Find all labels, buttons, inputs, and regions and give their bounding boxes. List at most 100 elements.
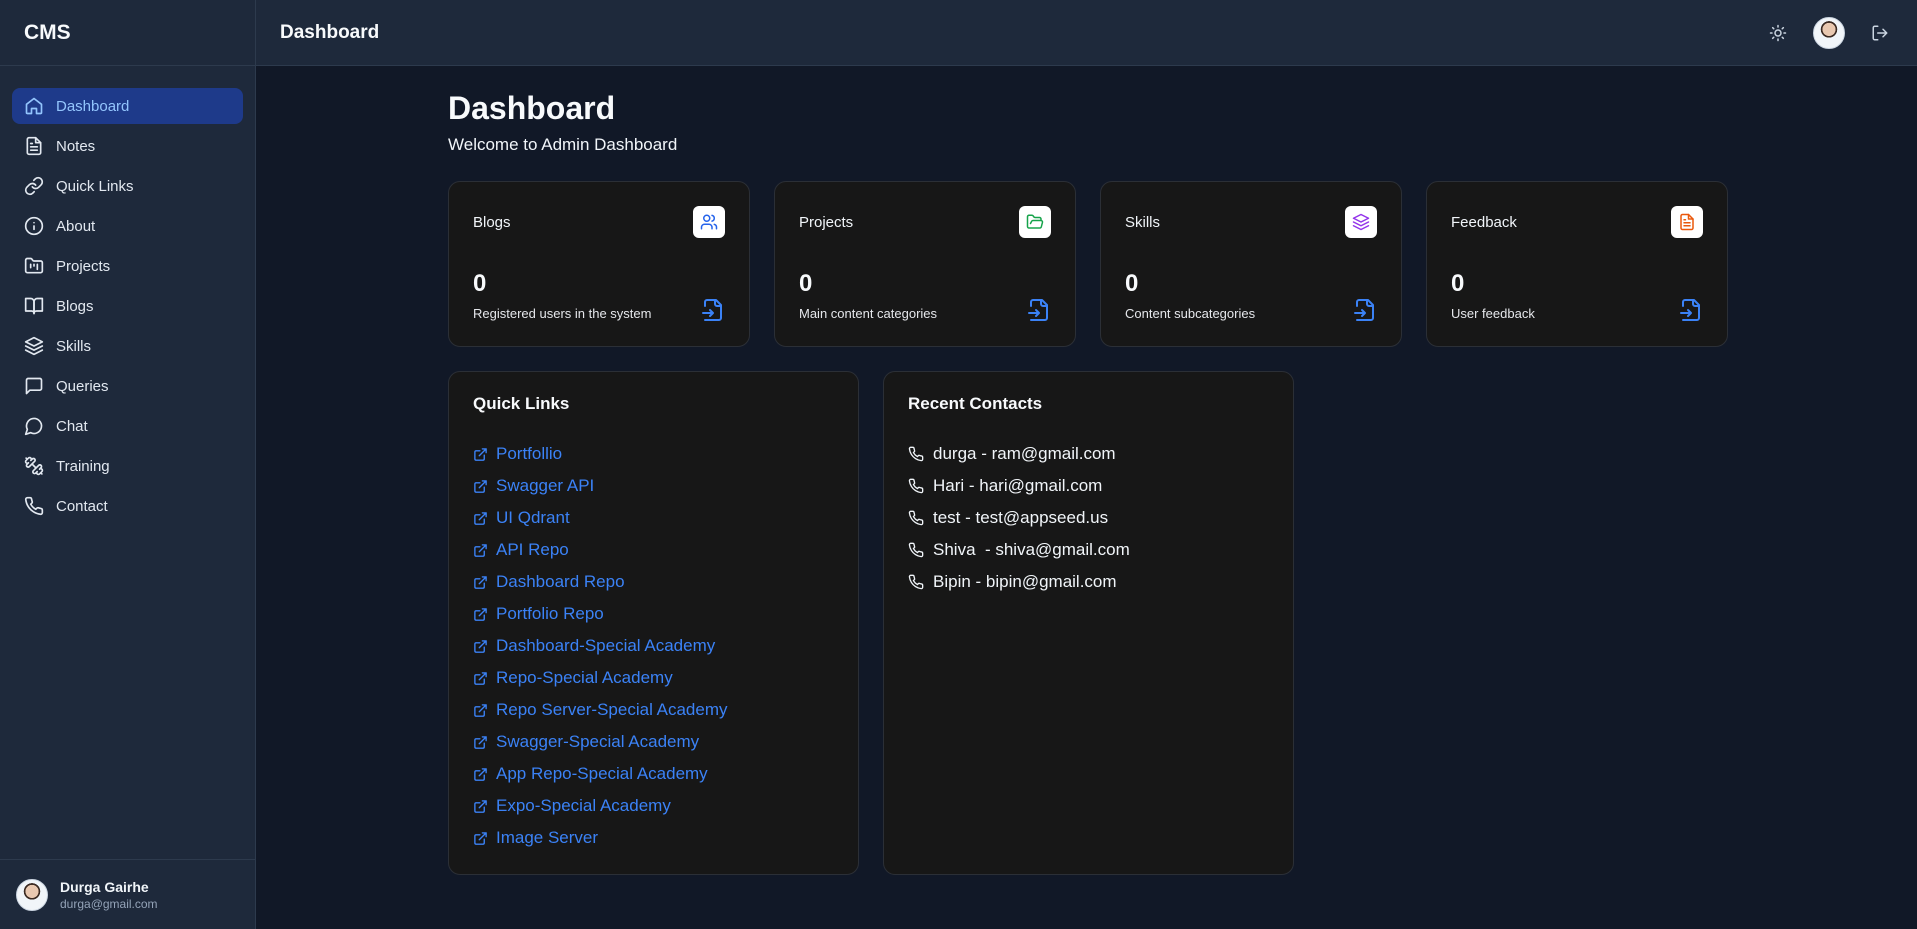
top-header: Dashboard — [256, 0, 1917, 66]
sidebar-item-about[interactable]: About — [12, 208, 243, 244]
recent-contacts-panel: Recent Contacts durga - ram@gmail.com Ha… — [883, 371, 1294, 875]
stat-icon-badge — [1345, 206, 1377, 238]
phone-icon — [908, 542, 924, 558]
quick-link-label: API Repo — [496, 540, 569, 559]
user-info: Durga Gairhe durga@gmail.com — [60, 879, 158, 911]
stat-value: 0 — [1451, 270, 1465, 297]
header-actions — [1769, 0, 1889, 66]
stat-description: User feedback — [1451, 306, 1535, 321]
quick-link-item[interactable]: Repo-Special Academy — [473, 662, 834, 694]
stat-label: Blogs — [473, 214, 511, 231]
quick-link-item[interactable]: Swagger API — [473, 470, 834, 502]
recent-contacts-list: durga - ram@gmail.com Hari - hari@gmail.… — [908, 438, 1269, 598]
sidebar-item-skills[interactable]: Skills — [12, 328, 243, 364]
sidebar-user-profile[interactable]: Durga Gairhe durga@gmail.com — [0, 859, 255, 929]
quick-link-item[interactable]: UI Qdrant — [473, 502, 834, 534]
main-content: Dashboard Welcome to Admin Dashboard Blo… — [448, 66, 1728, 875]
sidebar: CMS Dashboard Notes Quick Links About Pr… — [0, 0, 256, 929]
quick-link-label: Repo Server-Special Academy — [496, 700, 728, 719]
external-link-icon — [474, 799, 487, 813]
stats-row: Blogs 0 Registered users in the system P… — [448, 181, 1728, 347]
users-icon — [700, 214, 718, 230]
external-link-icon — [474, 639, 487, 653]
quick-link-item[interactable]: Repo Server-Special Academy — [473, 694, 834, 726]
stat-label: Skills — [1125, 214, 1161, 231]
info-icon — [24, 216, 44, 236]
contact-item: durga - ram@gmail.com — [908, 438, 1269, 470]
quick-link-item[interactable]: Portfollio — [473, 438, 834, 470]
user-name: Durga Gairhe — [60, 878, 149, 895]
stat-card-feedback: Feedback 0 User feedback — [1426, 181, 1728, 347]
sidebar-item-quick-links[interactable]: Quick Links — [12, 168, 243, 204]
page-subtitle: Welcome to Admin Dashboard — [448, 135, 678, 154]
file-input-icon[interactable] — [701, 298, 725, 322]
file-input-icon[interactable] — [1353, 298, 1377, 322]
file-input-icon[interactable] — [1027, 298, 1051, 322]
sidebar-item-label: Training — [56, 457, 110, 475]
sun-icon[interactable] — [1769, 24, 1787, 42]
sidebar-item-label: Skills — [56, 337, 92, 355]
sidebar-item-label: Quick Links — [56, 177, 134, 195]
layers-icon — [24, 336, 44, 356]
quick-link-item[interactable]: Dashboard Repo — [473, 566, 834, 598]
external-link-icon — [474, 511, 487, 525]
message-circle-icon — [24, 417, 43, 436]
sidebar-item-label: Contact — [56, 497, 108, 515]
stat-label: Feedback — [1451, 214, 1517, 231]
panel-title: Quick Links — [473, 394, 570, 413]
external-link-icon — [474, 767, 487, 781]
external-link-icon — [474, 735, 487, 749]
quick-link-label: Swagger API — [496, 476, 595, 495]
quick-link-item[interactable]: Dashboard-Special Academy — [473, 630, 834, 662]
contact-item: Bipin - bipin@gmail.com — [908, 566, 1269, 598]
stat-value: 0 — [1125, 270, 1139, 297]
quick-link-item[interactable]: Portfolio Repo — [473, 598, 834, 630]
quick-link-label: Dashboard-Special Academy — [496, 636, 716, 655]
sidebar-item-label: Queries — [56, 377, 109, 395]
external-link-icon — [474, 447, 487, 461]
quick-link-item[interactable]: App Repo-Special Academy — [473, 758, 834, 790]
panels-row: Quick Links Portfollio Swagger API UI Qd… — [448, 371, 1728, 875]
quick-link-label: Portfolio Repo — [496, 604, 604, 623]
quick-link-label: Dashboard Repo — [496, 572, 625, 591]
sidebar-item-notes[interactable]: Notes — [12, 128, 243, 164]
external-link-icon — [474, 479, 487, 493]
stat-icon-badge — [1019, 206, 1051, 238]
external-link-icon — [474, 543, 487, 557]
link-icon — [24, 176, 44, 196]
quick-link-label: Swagger-Special Academy — [496, 732, 700, 751]
phone-icon — [24, 496, 44, 516]
sidebar-item-contact[interactable]: Contact — [12, 488, 243, 524]
sidebar-item-queries[interactable]: Queries — [12, 368, 243, 404]
quick-link-label: Image Server — [496, 828, 599, 847]
stat-card-projects: Projects 0 Main content categories — [774, 181, 1076, 347]
header-title: Dashboard — [280, 21, 380, 43]
phone-icon — [908, 478, 924, 494]
quick-link-item[interactable]: Image Server — [473, 822, 834, 854]
quick-link-item[interactable]: Swagger-Special Academy — [473, 726, 834, 758]
sidebar-item-dashboard[interactable]: Dashboard — [12, 88, 243, 124]
sidebar-item-chat[interactable]: Chat — [12, 408, 243, 444]
sidebar-item-blogs[interactable]: Blogs — [12, 288, 243, 324]
quick-link-label: App Repo-Special Academy — [496, 764, 708, 783]
file-input-icon[interactable] — [1679, 298, 1703, 322]
contact-item: Shiva - shiva@gmail.com — [908, 534, 1269, 566]
panel-title: Recent Contacts — [908, 394, 1043, 413]
user-email: durga@gmail.com — [60, 896, 158, 911]
external-link-icon — [474, 703, 487, 717]
sidebar-item-label: Projects — [56, 257, 111, 275]
sidebar-item-projects[interactable]: Projects — [12, 248, 243, 284]
sidebar-item-training[interactable]: Training — [12, 448, 243, 484]
sidebar-item-label: Dashboard — [56, 97, 130, 115]
quick-link-label: Repo-Special Academy — [496, 668, 673, 687]
sidebar-nav: Dashboard Notes Quick Links About Projec… — [0, 66, 255, 859]
quick-link-item[interactable]: Expo-Special Academy — [473, 790, 834, 822]
layers-icon — [1352, 213, 1370, 231]
book-open-icon — [24, 297, 44, 315]
quick-link-item[interactable]: API Repo — [473, 534, 834, 566]
contact-item: test - test@appseed.us — [908, 502, 1269, 534]
header-avatar[interactable] — [1813, 17, 1845, 49]
folder-open-icon — [1026, 214, 1044, 229]
brand-logo[interactable]: CMS — [0, 0, 255, 66]
logout-icon[interactable] — [1871, 24, 1889, 42]
